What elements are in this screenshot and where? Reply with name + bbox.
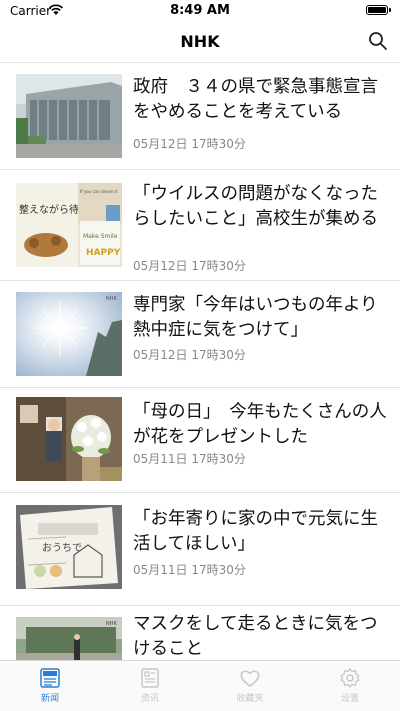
article-date: 05月11日 17時30分 xyxy=(133,563,246,577)
status-bar: Carrier 8:49 AM xyxy=(0,0,400,22)
thumb-document-text: おうちで xyxy=(42,542,82,554)
article-headline: マスクをして走るときに気をつけること xyxy=(133,614,378,659)
article-thumbnail: 整えながら待つ時。 If you can dream it Make Smile… xyxy=(16,183,122,267)
page-title: NHK xyxy=(180,32,220,51)
article-row[interactable]: 整えながら待つ時。 If you can dream it Make Smile… xyxy=(0,170,400,281)
article-date: 05月12日 17時30分 xyxy=(133,259,246,273)
article-date: 05月12日 17時30分 xyxy=(133,137,246,151)
info-icon xyxy=(141,668,159,688)
tab-news-label: 新闻 xyxy=(40,694,59,704)
article-thumbnail: NHK xyxy=(16,617,122,660)
article-date: 05月11日 17時30分 xyxy=(133,452,246,466)
article-list[interactable]: 政府 ３４の県で緊急事態宣言をやめることを考えている 05月12日 17時30分… xyxy=(0,63,400,660)
article-headline: 「母の日」 今年もたくさんの人が花をプレゼントした xyxy=(133,402,387,447)
article-thumbnail: おうちで xyxy=(16,505,122,589)
heart-icon xyxy=(240,670,260,687)
thumb-card-text: HAPPY xyxy=(86,248,121,258)
gear-icon xyxy=(340,668,360,688)
status-time: 8:49 AM xyxy=(170,3,230,18)
tab-news[interactable]: 新闻 xyxy=(20,665,80,709)
article-headline: 専門家「今年はいつもの年より熱中症に気をつけて」 xyxy=(133,295,378,340)
thumb-nhk-mark: NHK xyxy=(106,621,118,627)
tab-settings-label: 设置 xyxy=(340,694,359,704)
article-thumbnail: NHK xyxy=(16,292,122,376)
article-row[interactable]: おうちで 「お年寄りに家の中で元気に生活してほしい」 05月11日 17時30分 xyxy=(0,493,400,606)
article-headline: 「お年寄りに家の中で元気に生活してほしい」 xyxy=(133,509,378,554)
news-icon xyxy=(40,668,60,688)
thumb-card-text-2: Make Smile xyxy=(83,233,118,240)
article-row[interactable]: 「母の日」 今年もたくさんの人が花をプレゼントした 05月11日 17時30分 xyxy=(0,388,400,493)
article-headline: 「ウイルスの問題がなくなったらしたいこと」高校生が集める xyxy=(133,184,378,229)
thumb-corner-text: If you can dream it xyxy=(80,189,118,194)
tab-bar: 新闻 资讯 收藏夹 设置 xyxy=(0,660,400,711)
battery-icon xyxy=(366,5,391,15)
tab-settings[interactable]: 设置 xyxy=(320,665,380,709)
article-thumbnail xyxy=(16,74,122,158)
article-row[interactable]: 政府 ３４の県で緊急事態宣言をやめることを考えている 05月12日 17時30分 xyxy=(0,63,400,170)
article-thumbnail xyxy=(16,397,122,481)
article-headline: 政府 ３４の県で緊急事態宣言をやめることを考えている xyxy=(133,77,378,122)
article-row[interactable]: NHK マスクをして走るときに気をつけること xyxy=(0,606,400,660)
thumb-nhk-mark: NHK xyxy=(106,296,118,302)
tab-favorites[interactable]: 收藏夹 xyxy=(220,665,280,709)
tab-favorites-label: 收藏夹 xyxy=(236,694,264,704)
search-icon[interactable] xyxy=(368,31,388,51)
nav-bar: NHK xyxy=(0,22,400,63)
article-date: 05月12日 17時30分 xyxy=(133,348,246,362)
tab-info-label: 资讯 xyxy=(140,694,159,704)
tab-info[interactable]: 资讯 xyxy=(120,665,180,709)
article-row[interactable]: NHK 専門家「今年はいつもの年より熱中症に気をつけて」 05月12日 17時3… xyxy=(0,281,400,388)
